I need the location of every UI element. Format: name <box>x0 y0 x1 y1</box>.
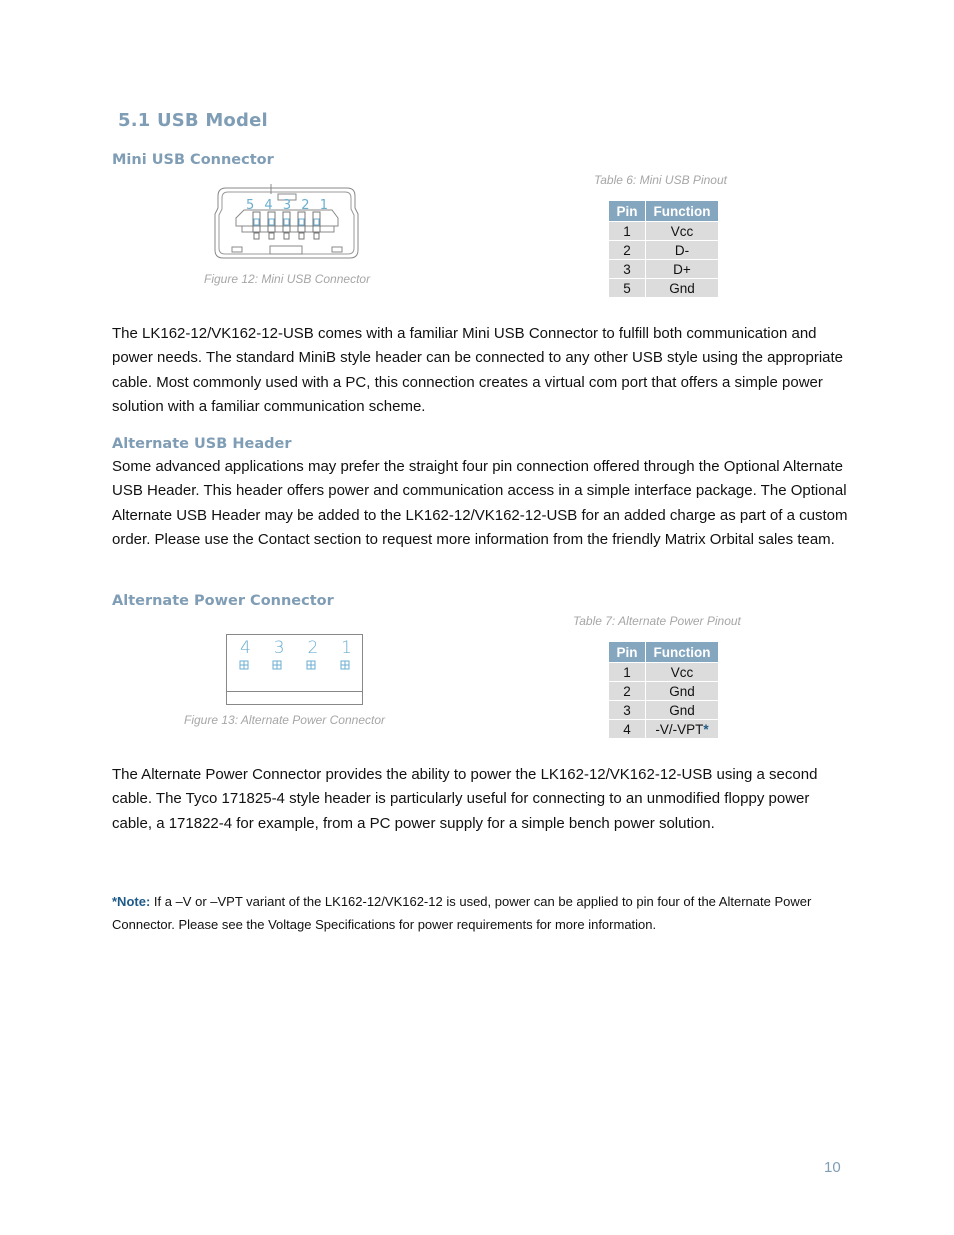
cell: Vcc <box>645 221 719 241</box>
table-row: 1 Vcc <box>608 662 719 682</box>
col-header: Function <box>645 200 719 222</box>
page-number: 10 <box>824 1159 841 1176</box>
alt-usb-heading: Alternate USB Header <box>112 436 292 452</box>
mini-usb-paragraph: The LK162-12/VK162-12-USB comes with a f… <box>112 325 844 415</box>
cell: Gnd <box>645 700 719 720</box>
table-header-row: Pin Function <box>608 200 719 222</box>
alt-power-pin-labels: 4 3 2 1 <box>240 638 352 658</box>
pin-label: 2 <box>301 198 310 213</box>
mini-usb-connector-figure <box>214 184 359 259</box>
cell: 2 <box>608 240 646 260</box>
cell: 4 <box>608 719 646 739</box>
cell: 1 <box>608 662 646 682</box>
cell: 1 <box>608 221 646 241</box>
mini-usb-pinout-table: Pin Function 1 Vcc 2 D- 3 D+ 5 Gnd <box>608 200 719 298</box>
pin-label: 5 <box>246 198 255 213</box>
pin-label: 4 <box>240 638 251 658</box>
cell: D+ <box>645 259 719 279</box>
table-row: 5 Gnd <box>608 278 719 298</box>
col-header: Pin <box>608 641 646 663</box>
mini-usb-heading: Mini USB Connector <box>112 152 274 168</box>
pin-label: 1 <box>341 638 352 658</box>
table-row: 1 Vcc <box>608 221 719 241</box>
table-row: 2 D- <box>608 240 719 260</box>
cell: 2 <box>608 681 646 701</box>
table-6-caption: Table 6: Mini USB Pinout <box>594 173 727 187</box>
cell: 3 <box>608 700 646 720</box>
alt-usb-paragraph: Some advanced applications may prefer th… <box>112 458 848 548</box>
cell: 3 <box>608 259 646 279</box>
footnote: *Note: If a –V or –VPT variant of the LK… <box>112 891 852 936</box>
cell: Gnd <box>645 278 719 298</box>
cell: 5 <box>608 278 646 298</box>
alt-power-heading: Alternate Power Connector <box>112 593 334 609</box>
alt-power-paragraph: The Alternate Power Connector provides t… <box>112 766 818 832</box>
cell: Gnd <box>645 681 719 701</box>
cell: Vcc <box>645 662 719 682</box>
col-header: Function <box>645 641 719 663</box>
pin-label: 2 <box>307 638 319 658</box>
pin-label: 3 <box>273 638 285 658</box>
table-row: 3 D+ <box>608 259 719 279</box>
footnote-marker: * <box>703 721 709 737</box>
table-row: 2 Gnd <box>608 681 719 701</box>
alt-power-pinout-table: Pin Function 1 Vcc 2 Gnd 3 Gnd 4 -V/-VPT* <box>608 641 719 739</box>
pin-label: 3 <box>282 198 292 213</box>
cell-text: -V/-VPT <box>655 721 704 737</box>
pin-label: 4 <box>264 198 273 213</box>
section-title: 5.1 USB Model <box>118 110 268 131</box>
table-header-row: Pin Function <box>608 641 719 663</box>
note-label: *Note: <box>112 894 151 909</box>
mini-usb-pin-labels: 5 4 3 2 1 <box>246 198 328 213</box>
col-header: Pin <box>608 200 646 222</box>
table-row: 3 Gnd <box>608 700 719 720</box>
table-row: 4 -V/-VPT* <box>608 719 719 739</box>
cell: D- <box>645 240 719 260</box>
figure-13-caption: Figure 13: Alternate Power Connector <box>184 713 385 727</box>
table-7-caption: Table 7: Alternate Power Pinout <box>573 614 741 628</box>
figure-12-caption: Figure 12: Mini USB Connector <box>204 272 371 286</box>
pin-label: 1 <box>319 198 328 213</box>
note-text: If a –V or –VPT variant of the LK162-12/… <box>112 894 812 932</box>
cell: -V/-VPT* <box>645 719 719 739</box>
